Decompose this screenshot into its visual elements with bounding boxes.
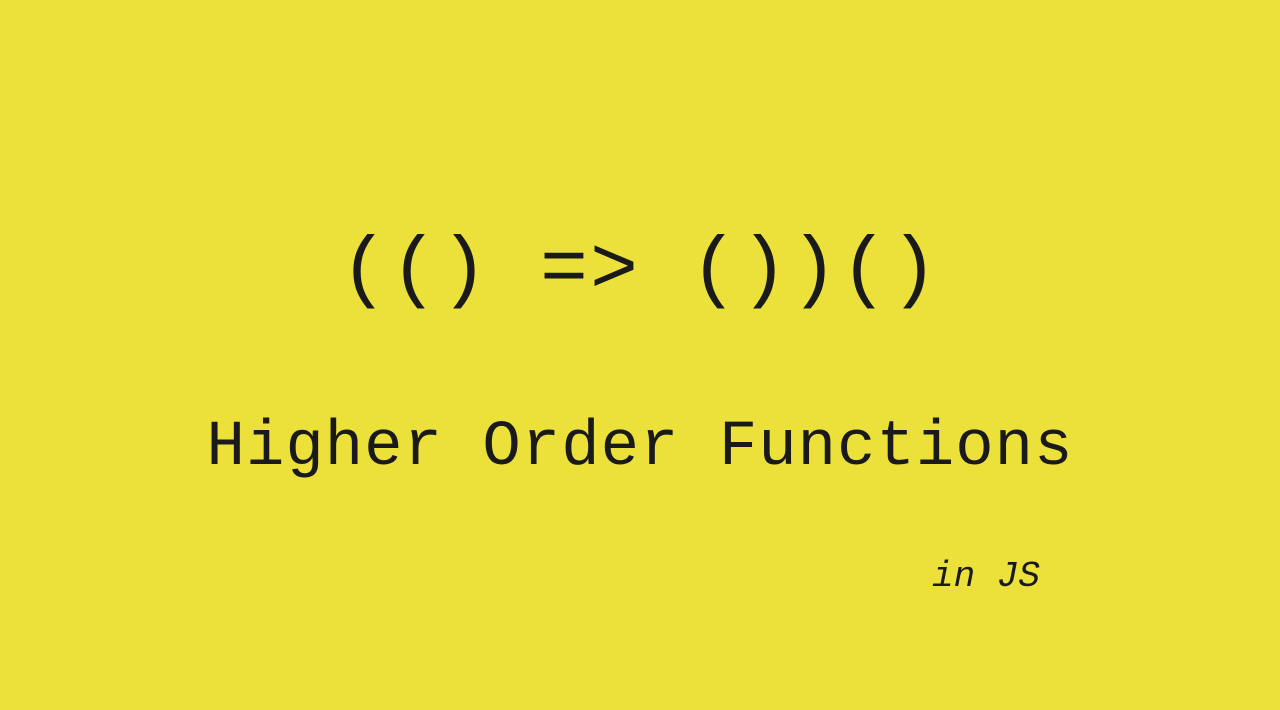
code-expression: (() => ())() bbox=[340, 226, 940, 317]
slide-content: (() => ())() Higher Order Functions in J… bbox=[0, 226, 1280, 484]
slide-title: Higher Order Functions bbox=[207, 412, 1074, 484]
slide-subtitle: in JS bbox=[932, 556, 1040, 597]
